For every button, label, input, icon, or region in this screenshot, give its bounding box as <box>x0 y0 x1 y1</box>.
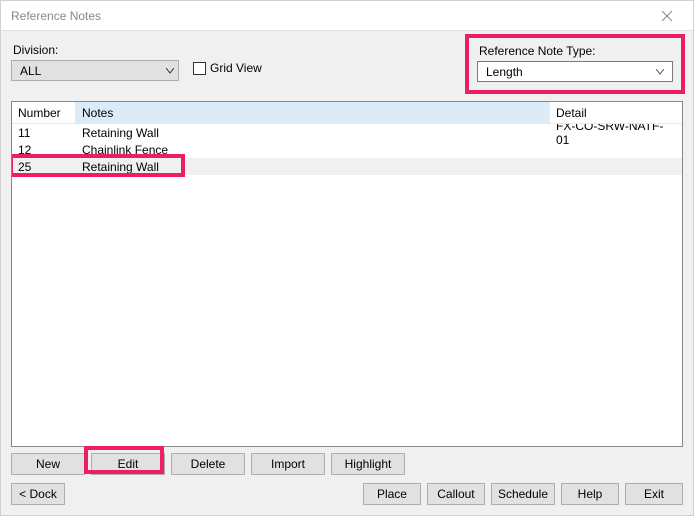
chevron-down-icon <box>166 68 174 74</box>
schedule-button[interactable]: Schedule <box>491 483 555 505</box>
button-row-1: New Edit Delete Import Highlight <box>11 453 683 475</box>
division-label: Division: <box>13 43 179 57</box>
place-button[interactable]: Place <box>363 483 421 505</box>
button-row-2: < Dock Place Callout Schedule Help Exit <box>11 483 683 505</box>
table-row[interactable]: 25Retaining Wall <box>12 158 682 175</box>
import-button[interactable]: Import <box>251 453 325 475</box>
division-value: ALL <box>20 64 166 78</box>
refnote-type-group: Reference Note Type: Length <box>465 34 685 94</box>
new-button[interactable]: New <box>11 453 85 475</box>
cell-notes: Chainlink Fence <box>76 143 550 157</box>
col-header-detail[interactable]: Detail <box>550 102 682 123</box>
chevron-down-icon <box>656 69 664 75</box>
content-area: Division: ALL Grid View Reference Note T… <box>1 31 693 515</box>
cell-detail: FX-CO-SRW-NATF-01 <box>550 124 682 147</box>
callout-button[interactable]: Callout <box>427 483 485 505</box>
refnote-combo[interactable]: Length <box>477 61 673 82</box>
cell-notes: Retaining Wall <box>76 126 550 140</box>
checkbox-box <box>193 62 206 75</box>
refnote-value: Length <box>486 65 652 79</box>
exit-button[interactable]: Exit <box>625 483 683 505</box>
help-button[interactable]: Help <box>561 483 619 505</box>
gridview-checkbox[interactable]: Grid View <box>193 61 262 75</box>
notes-table: Number Notes Detail 11Retaining WallFX-C… <box>11 101 683 447</box>
cell-number: 12 <box>12 143 76 157</box>
col-header-number[interactable]: Number <box>12 102 76 123</box>
window-title: Reference Notes <box>11 9 645 23</box>
close-icon <box>662 11 672 21</box>
cell-number: 25 <box>12 160 76 174</box>
delete-button[interactable]: Delete <box>171 453 245 475</box>
gridview-label: Grid View <box>210 61 262 75</box>
division-group: Division: ALL <box>11 39 179 81</box>
highlight-button[interactable]: Highlight <box>331 453 405 475</box>
refnote-label: Reference Note Type: <box>479 44 673 58</box>
filter-row: Division: ALL Grid View Reference Note T… <box>11 39 683 93</box>
cell-number: 11 <box>12 126 76 140</box>
titlebar: Reference Notes <box>1 1 693 31</box>
col-header-notes[interactable]: Notes <box>76 102 550 123</box>
edit-button[interactable]: Edit <box>91 453 165 475</box>
table-row[interactable]: 11Retaining WallFX-CO-SRW-NATF-01 <box>12 124 682 141</box>
cell-notes: Retaining Wall <box>76 160 550 174</box>
dock-button[interactable]: < Dock <box>11 483 65 505</box>
table-body: 11Retaining WallFX-CO-SRW-NATF-0112Chain… <box>12 124 682 446</box>
table-header: Number Notes Detail <box>12 102 682 124</box>
reference-notes-window: Reference Notes Division: ALL Grid V <box>0 0 694 516</box>
close-button[interactable] <box>645 2 689 30</box>
division-combo[interactable]: ALL <box>11 60 179 81</box>
